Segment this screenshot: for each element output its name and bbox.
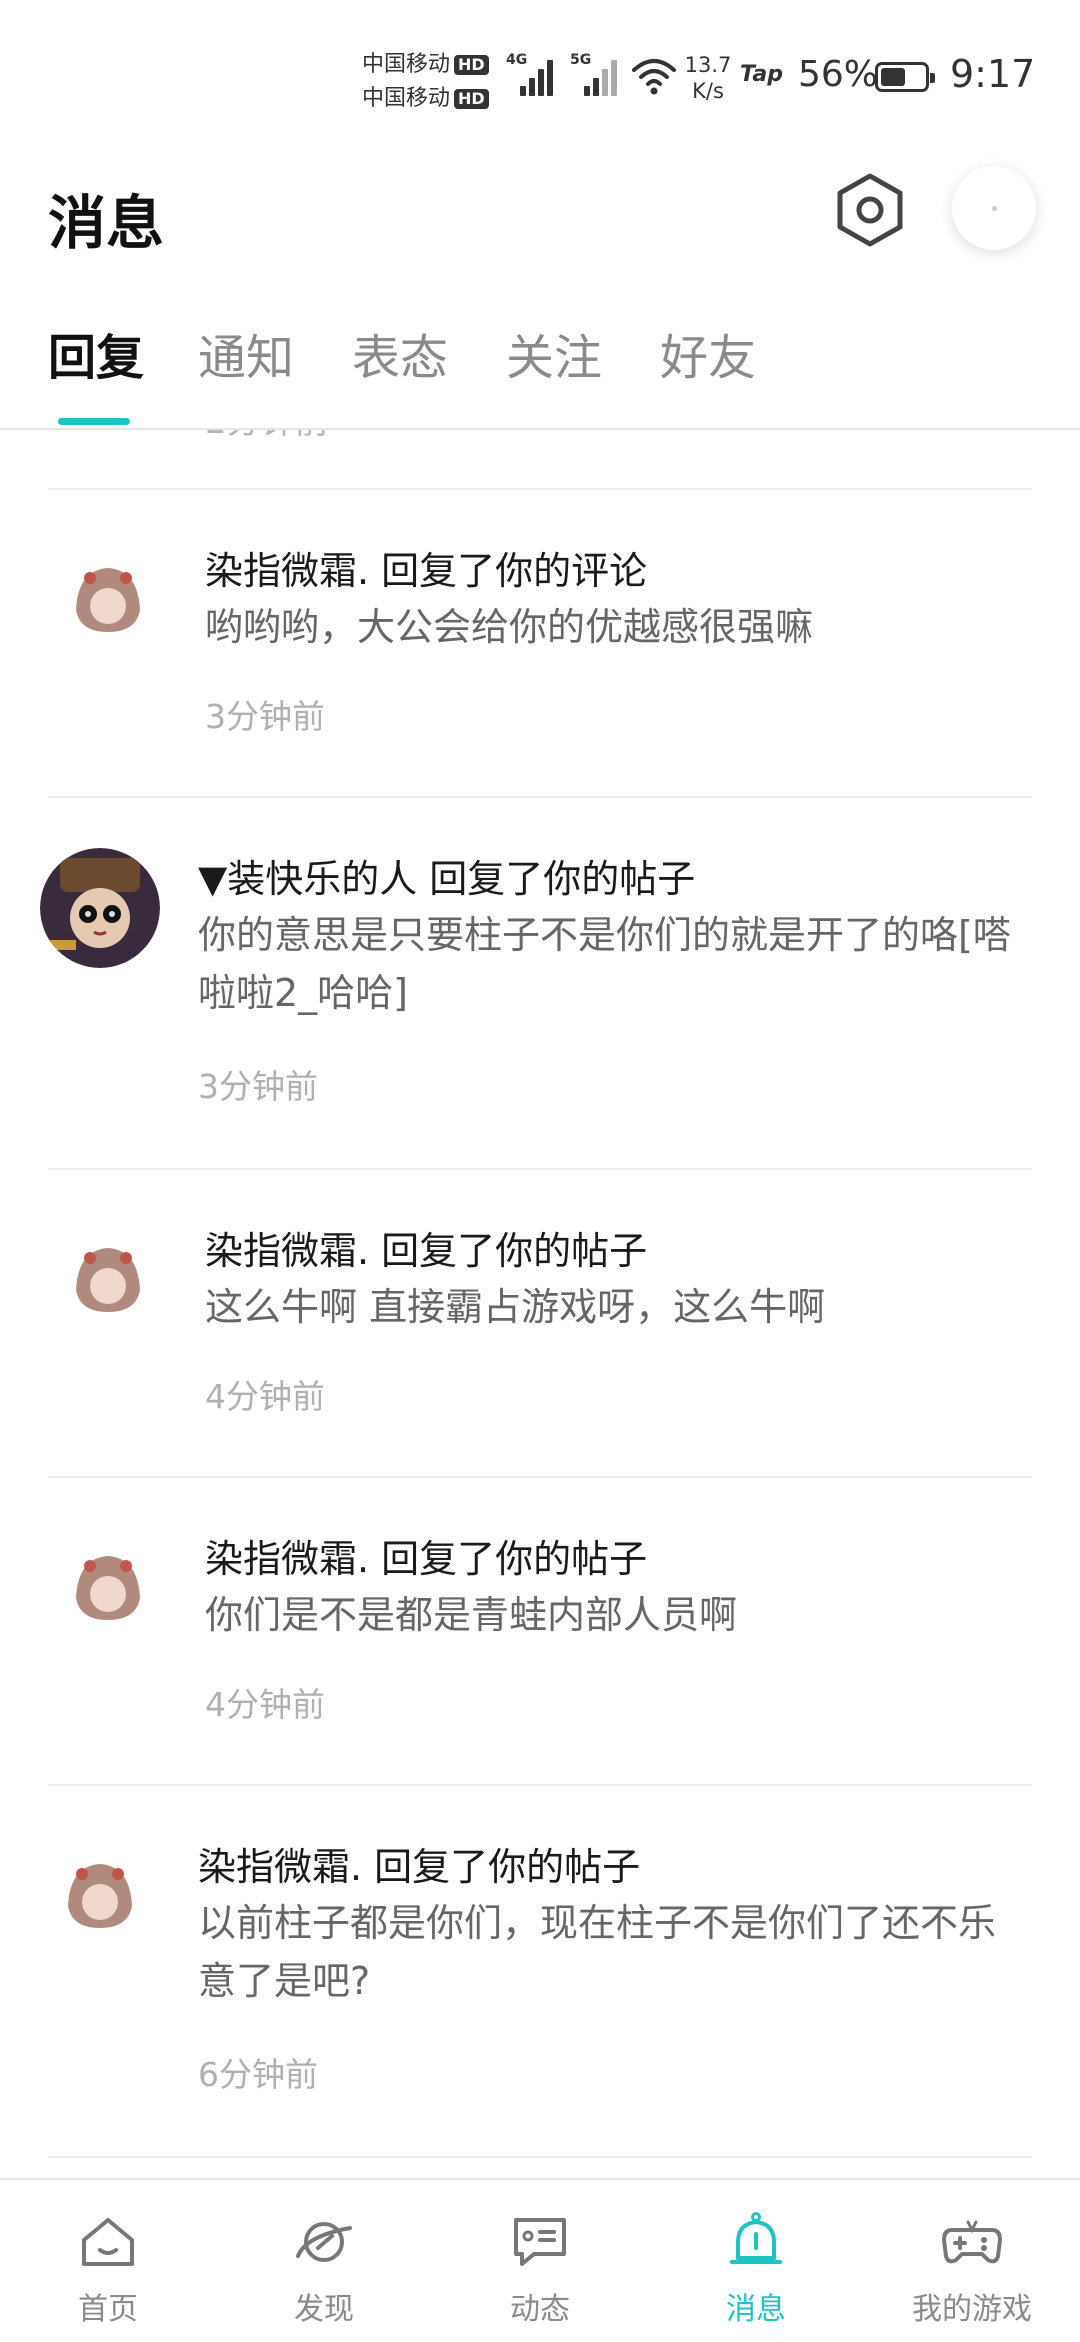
home-icon [82, 2218, 134, 2266]
message-body: 以前柱子都是你们，现在柱子不是你们了还不乐意了是吧? [198, 1901, 997, 2003]
hd-badge-2: HD [454, 89, 489, 109]
message-time: 4分钟前 [205, 1685, 325, 1724]
message-body: 你们是不是都是青蛙内部人员啊 [205, 1593, 738, 1637]
profile-circle-icon[interactable] [952, 166, 1036, 250]
message-item[interactable]: 染指微霜. 回复了你的帖子 你们是不是都是青蛙内部人员啊 4分钟前 [48, 1478, 1032, 1786]
message-list[interactable]: 2分钟前 染指微霜. 回复了你的评论 哟哟哟，大公会给你的优越感很强嘛 3分钟前 [0, 430, 1080, 2178]
wifi-icon [632, 59, 676, 95]
tab-reply[interactable]: 回复 [48, 318, 144, 388]
message-item[interactable]: 染指微霜. 回复了你的帖子 这么牛啊 直接霸占游戏呀，这么牛啊 4分钟前 [48, 1170, 1032, 1478]
carrier-info: 中国移动 HD 中国移动 HD [362, 48, 497, 116]
nav-home-label: 首页 [78, 2292, 138, 2327]
nav-messages[interactable]: 消息 [648, 2180, 864, 2342]
message-item[interactable]: ▼装快乐的人 回复了你的帖子 你的意思是只要柱子不是你们的就是开了的咯[嗒啦啦2… [40, 798, 1032, 1170]
nav-messages-label: 消息 [726, 2292, 786, 2327]
nav-my-games[interactable]: 我的游戏 [864, 2180, 1080, 2342]
planet-icon [296, 2222, 352, 2262]
tab-reaction[interactable]: 表态 [352, 318, 448, 388]
partial-time: 2分钟前 [205, 430, 329, 443]
tap-app-icon: Tap [740, 62, 783, 87]
chat-card-icon [514, 2218, 566, 2266]
battery-percent: 56% [798, 54, 879, 95]
message-time: 4分钟前 [205, 1377, 325, 1416]
nav-home[interactable]: 首页 [0, 2180, 216, 2342]
avatar[interactable] [40, 848, 160, 968]
message-title: 染指微霜. 回复了你的帖子 [205, 1537, 648, 1581]
status-bar: 中国移动 HD 中国移动 HD 4G 5G 13.7 K/s Tap 56% 9:1… [0, 0, 1080, 140]
tab-notice[interactable]: 通知 [198, 318, 294, 388]
tab-friends[interactable]: 好友 [660, 318, 756, 388]
bell-icon [730, 2212, 782, 2264]
message-body: 你的意思是只要柱子不是你们的就是开了的咯[嗒啦啦2_哈哈] [198, 913, 1011, 1015]
avatar[interactable] [48, 1528, 168, 1648]
message-time: 3分钟前 [198, 1067, 318, 1106]
gamepad-icon [942, 2220, 1002, 2264]
message-body: 哟哟哟，大公会给你的优越感很强嘛 [205, 605, 814, 649]
message-time: 3分钟前 [205, 697, 325, 736]
nav-feed[interactable]: 动态 [432, 2180, 648, 2342]
nav-discover-label: 发现 [294, 2292, 354, 2327]
hd-badge-1: HD [454, 55, 489, 75]
nav-discover[interactable]: 发现 [216, 2180, 432, 2342]
message-title: 染指微霜. 回复了你的帖子 [205, 1229, 648, 1273]
message-body: 这么牛啊 直接霸占游戏呀，这么牛啊 [205, 1285, 826, 1329]
message-title: 染指微霜. 回复了你的帖子 [198, 1845, 641, 1889]
tab-indicator [58, 418, 130, 425]
message-title: 染指微霜. 回复了你的评论 [205, 549, 648, 593]
carrier-2: 中国移动 [362, 86, 451, 111]
carrier-1: 中国移动 [362, 52, 451, 77]
battery-icon [875, 62, 935, 92]
avatar[interactable] [48, 540, 168, 660]
bottom-nav: 首页 发现 动态 消息 我的游戏 [0, 2178, 1080, 2342]
network-speed: 13.7 K/s [684, 53, 732, 103]
avatar[interactable] [48, 1220, 168, 1340]
message-item[interactable]: 染指微霜. 回复了你的帖子 以前柱子都是你们，现在柱子不是你们了还不乐意了是吧?… [40, 1786, 1032, 2158]
clock: 9:17 [950, 52, 1036, 96]
message-title: ▼装快乐的人 回复了你的帖子 [198, 857, 696, 901]
tab-bar: 回复 通知 表态 关注 好友 [0, 318, 1080, 430]
header: 消息 [0, 160, 1080, 270]
tab-follow[interactable]: 关注 [506, 318, 602, 388]
avatar[interactable] [40, 1836, 160, 1956]
page-title: 消息 [48, 189, 165, 257]
message-time: 6分钟前 [198, 2055, 318, 2094]
hexagon-gear-icon[interactable] [832, 170, 908, 250]
nav-feed-label: 动态 [510, 2292, 570, 2327]
message-item[interactable]: 染指微霜. 回复了你的评论 哟哟哟，大公会给你的优越感很强嘛 3分钟前 [48, 490, 1032, 798]
nav-my-games-label: 我的游戏 [912, 2292, 1032, 2327]
